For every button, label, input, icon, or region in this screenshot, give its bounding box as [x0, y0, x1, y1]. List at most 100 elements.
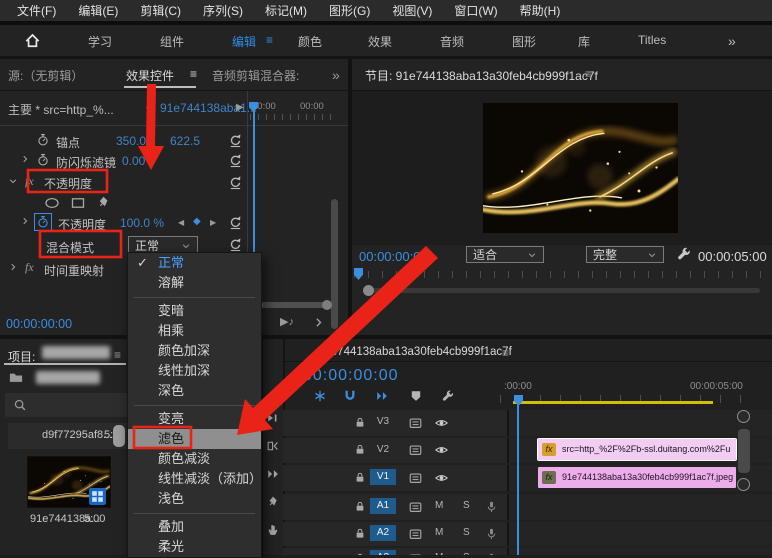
track-label-a2[interactable]: A2 [370, 525, 396, 541]
menu-item-linear-burn[interactable]: 线性加深 [128, 361, 261, 381]
track-label-v2[interactable]: V2 [370, 442, 396, 458]
workspace-tab-assembly[interactable]: 组件 [160, 33, 184, 50]
workspace-tab-graphics[interactable]: 图形 [512, 33, 536, 50]
workspace-tab-audio[interactable]: 音频 [440, 33, 464, 50]
ellipse-mask-icon[interactable] [44, 195, 60, 211]
source-patch-icon[interactable] [408, 471, 423, 485]
nest-sequences-icon[interactable] [313, 389, 327, 403]
reset-parameter-icon[interactable] [228, 153, 243, 168]
pen-mask-icon[interactable] [96, 195, 111, 210]
timeline-settings-wrench-icon[interactable] [441, 389, 455, 403]
ec-timecode[interactable]: 00:00:00:00 [6, 317, 72, 331]
ripple-edit-tool-icon[interactable] [266, 439, 280, 453]
workspace-overflow-icon[interactable]: » [728, 33, 736, 49]
anchor-x-value[interactable]: 350.0 [116, 134, 146, 148]
hand-tool-icon[interactable] [266, 523, 280, 537]
track-label-v3[interactable]: V3 [370, 414, 396, 430]
menu-view[interactable]: 视图(V) [381, 2, 443, 19]
linked-selection-icon[interactable] [375, 389, 389, 403]
previous-keyframe-icon[interactable]: ◀ [178, 218, 184, 227]
project-scrollbar-thumb[interactable] [113, 425, 125, 447]
lock-icon[interactable] [354, 500, 366, 513]
ec-vertical-scrollbar[interactable] [331, 199, 338, 329]
workspace-tab-titles[interactable]: Titles [638, 33, 666, 47]
track-a3-content[interactable] [507, 548, 772, 555]
reset-effect-icon[interactable] [228, 175, 243, 190]
voiceover-mic-icon[interactable] [485, 500, 498, 514]
snap-magnet-icon[interactable] [343, 389, 357, 403]
antiflicker-value[interactable]: 0.00 [122, 154, 145, 168]
add-keyframe-icon[interactable]: ◆ [193, 216, 201, 227]
reset-parameter-icon[interactable] [228, 237, 243, 252]
source-patch-icon[interactable] [408, 527, 423, 541]
timeline-clip-v1[interactable]: fx 91e744138aba13a30feb4cb999f1ac7f.jpeg [538, 467, 736, 488]
ec-hscroll-right-handle[interactable] [322, 300, 332, 310]
work-area-bar[interactable] [513, 401, 713, 404]
menu-item-dissolve[interactable]: 溶解 [128, 273, 261, 293]
razor-tool-icon[interactable] [266, 467, 280, 481]
track-a2-content[interactable] [507, 522, 772, 546]
zoom-scrollbar-handle[interactable] [363, 285, 374, 296]
track-label-a3[interactable]: A3 [370, 550, 396, 555]
track-a1-content[interactable] [507, 494, 772, 520]
program-timecode[interactable]: 00:00:00:00 [359, 249, 428, 264]
rectangle-mask-icon[interactable] [70, 195, 86, 211]
lock-icon[interactable] [354, 416, 366, 429]
chevron-right-icon[interactable] [20, 154, 30, 164]
menu-help[interactable]: 帮助(H) [509, 2, 572, 19]
play-audio-icon[interactable]: ▶♪ [280, 315, 294, 328]
stopwatch-icon[interactable] [36, 133, 50, 147]
menu-item-overlay[interactable]: 叠加 [128, 517, 261, 537]
program-panel-menu-icon[interactable]: ≡ [585, 67, 592, 81]
master-clip-label[interactable]: 主要 * src=http_%... [8, 101, 114, 118]
toggle-track-output-eye-icon[interactable] [434, 443, 449, 457]
workspace-tab-learning[interactable]: 学习 [88, 33, 112, 50]
next-keyframe-icon[interactable]: ▶ [210, 218, 216, 227]
timeline-scroll-top-handle[interactable] [737, 410, 750, 423]
anchor-y-value[interactable]: 622.5 [170, 134, 200, 148]
menu-item-darker-color[interactable]: 深色 [128, 381, 261, 401]
workspace-tab-editing[interactable]: 编辑 [232, 33, 256, 50]
track-label-a1[interactable]: A1 [370, 498, 396, 514]
menu-item-normal[interactable]: ✓正常 [128, 253, 261, 273]
reset-parameter-icon[interactable] [228, 215, 243, 230]
program-playhead[interactable] [354, 268, 363, 280]
source-patch-icon[interactable] [408, 443, 423, 457]
track-select-tool-icon[interactable] [266, 411, 280, 425]
source-patch-icon[interactable] [408, 416, 423, 430]
menu-item-color-dodge[interactable]: 颜色减淡 [128, 449, 261, 469]
playback-quality-dropdown[interactable]: 完整 [586, 246, 664, 263]
menu-window[interactable]: 窗口(W) [443, 2, 508, 19]
chevron-down-icon[interactable] [144, 103, 155, 114]
menu-item-lighten[interactable]: 变亮 [128, 409, 261, 429]
voiceover-mic-icon[interactable] [485, 527, 498, 541]
lock-icon[interactable] [354, 443, 366, 456]
menu-clip[interactable]: 剪辑(C) [129, 2, 192, 19]
timeline-playhead-line[interactable] [517, 395, 519, 555]
timeline-panel-menu-icon[interactable]: ≡ [502, 346, 509, 360]
menu-item-linear-dodge[interactable]: 线性减淡（添加） [128, 469, 261, 489]
mute-toggle[interactable]: M [435, 500, 443, 511]
workspace-tab-color[interactable]: 颜色 [298, 33, 322, 50]
program-zoom-scrollbar[interactable] [372, 288, 760, 293]
time-remap-label[interactable]: 时间重映射 [44, 262, 104, 279]
lock-icon[interactable] [354, 527, 366, 540]
zoom-level-dropdown[interactable]: 适合 [466, 246, 544, 263]
lock-icon[interactable] [354, 471, 366, 484]
chevron-down-icon[interactable] [8, 176, 18, 186]
panel-tab-overflow-icon[interactable]: » [332, 67, 340, 83]
mute-toggle[interactable]: M [435, 527, 443, 538]
opacity-effect-label[interactable]: 不透明度 [44, 175, 92, 192]
menu-item-lighter-color[interactable]: 浅色 [128, 489, 261, 509]
menu-markers[interactable]: 标记(M) [254, 2, 318, 19]
menu-item-screen[interactable]: 滤色 [128, 429, 261, 449]
menu-item-multiply[interactable]: 相乘 [128, 321, 261, 341]
menu-file[interactable]: 文件(F) [6, 2, 67, 19]
tab-audio-clip-mixer[interactable]: 音频剪辑混合器: [212, 67, 299, 84]
tab-program-monitor[interactable]: 节目: 91e744138aba13a30feb4cb999f1ac7f [365, 67, 598, 84]
effect-controls-panel-menu-icon[interactable]: ≡ [190, 67, 197, 81]
timeline-clip-v2-selected[interactable]: fx src=http_%2F%2Fb-ssl.duitang.com%2Fu [538, 439, 736, 460]
opacity-value[interactable]: 100.0 % [120, 216, 164, 230]
ec-horizontal-scrollbar[interactable] [256, 302, 328, 308]
chevron-right-icon[interactable] [8, 262, 18, 272]
